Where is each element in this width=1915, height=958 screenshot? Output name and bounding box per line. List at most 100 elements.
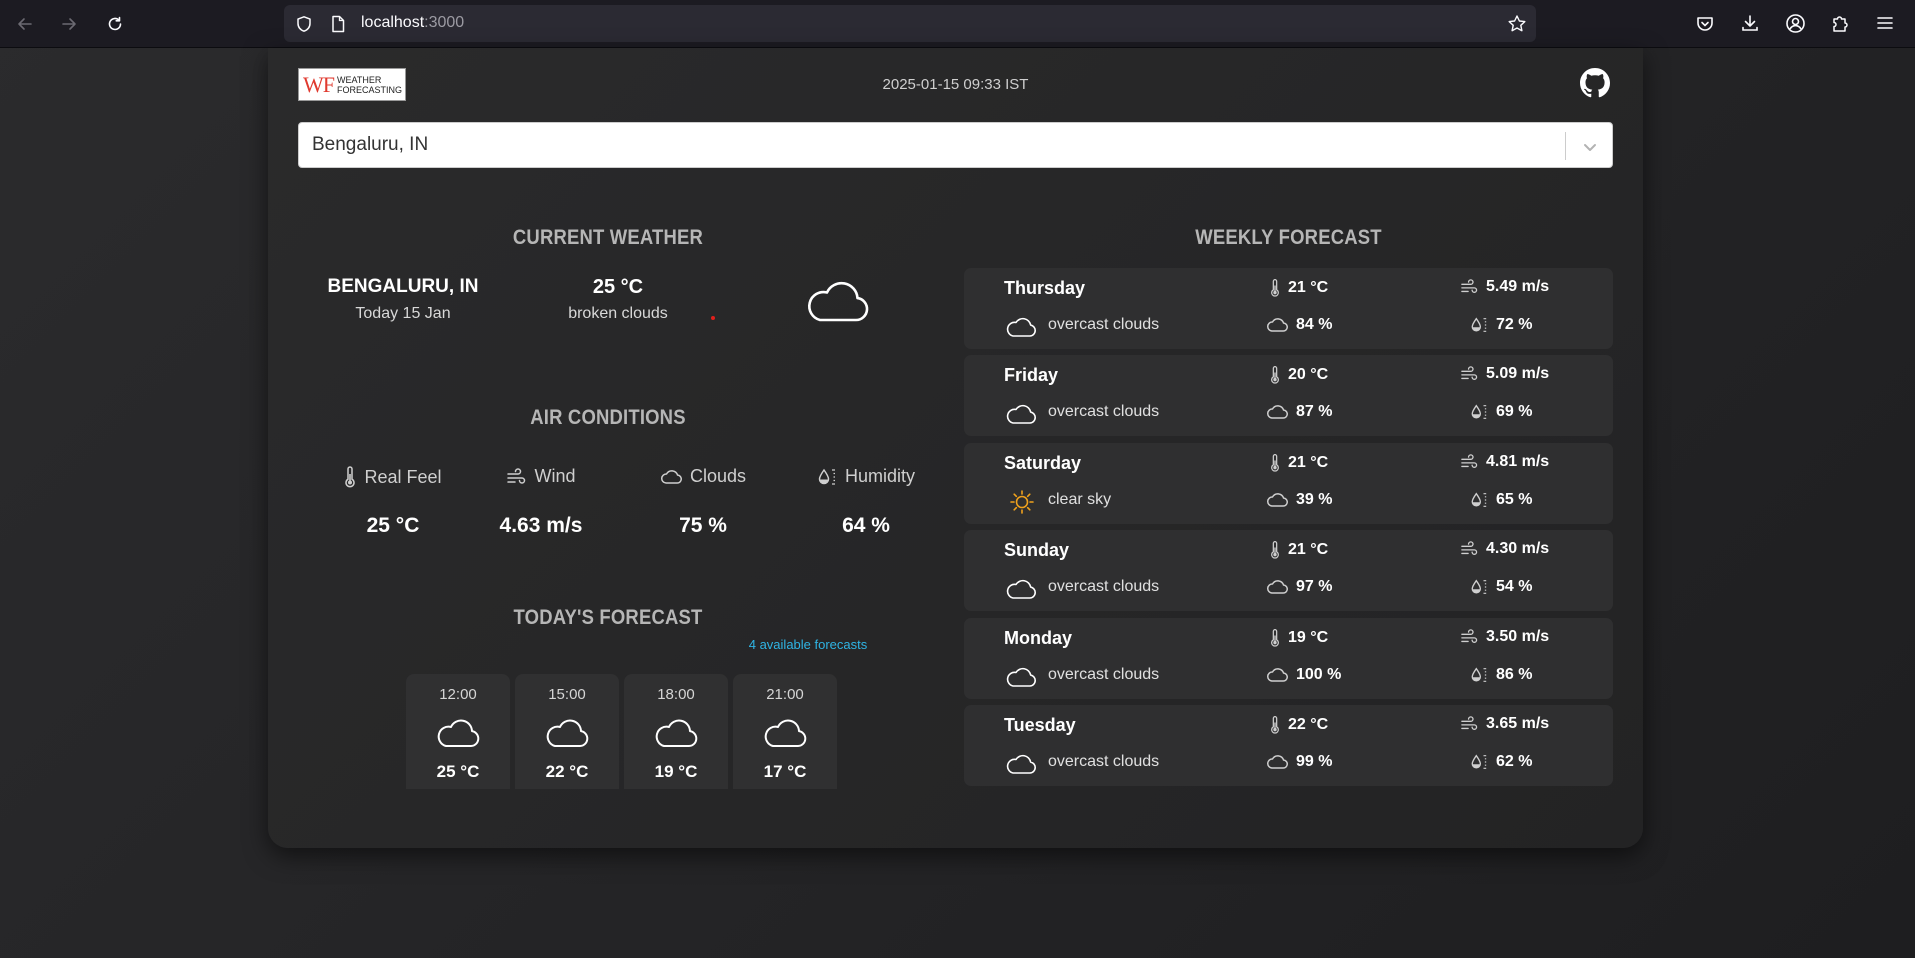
wind-icon <box>507 467 526 484</box>
wind-icon <box>1461 366 1478 380</box>
download-icon[interactable] <box>1740 13 1760 33</box>
forecast-clouds-cell: 87 % <box>1266 403 1332 421</box>
forecast-wind: 3.50 m/s <box>1486 628 1550 645</box>
forecast-wind: 4.81 m/s <box>1486 453 1550 470</box>
humidity-icon <box>818 468 835 485</box>
forward-button[interactable] <box>55 10 83 38</box>
wind-icon <box>1461 279 1478 293</box>
humidity-icon <box>1471 317 1487 332</box>
cloud-icon <box>808 281 869 322</box>
clouds-label: Clouds <box>689 466 747 486</box>
wind-label: Wind <box>534 466 576 486</box>
cloud-icon <box>1006 317 1036 337</box>
hourly-forecast-card: 12:00 25 °C <box>406 674 510 789</box>
sun-icon <box>1010 490 1034 514</box>
app-card: WF WEATHER FORECASTING 2025-01-15 09:33 I… <box>268 48 1643 848</box>
forecast-wind-cell: 5.49 m/s <box>1460 278 1549 296</box>
forecast-temp-cell: 21 °C <box>1270 453 1328 473</box>
forecast-temp-cell: 21 °C <box>1270 278 1328 298</box>
cloud-icon <box>1006 579 1036 599</box>
forecast-time: 12:00 <box>439 686 477 703</box>
humidity-icon <box>1471 492 1487 507</box>
hourly-forecast-card: 21:00 17 °C <box>733 674 837 789</box>
extensions-icon[interactable] <box>1830 13 1850 34</box>
forecast-humidity-cell: 72 % <box>1470 316 1532 334</box>
weekly-forecast-row: Thursday overcast clouds 21 °C 5.49 m/s 84 %… <box>964 268 1613 349</box>
clouds-label-group: Clouds <box>623 466 783 487</box>
forecast-temp: 22 °C <box>1288 716 1329 733</box>
weekly-forecast-row: Sunday overcast clouds 21 °C 4.30 m/s 97 % 54… <box>964 530 1613 611</box>
forecast-day: Thursday <box>1004 278 1086 298</box>
reload-icon <box>108 16 122 31</box>
forecast-temp-cell: 19 °C <box>1270 628 1328 648</box>
pocket-icon[interactable] <box>1695 14 1715 34</box>
forecast-clouds: 97 % <box>1296 578 1333 595</box>
forecast-temp-cell: 20 °C <box>1270 365 1328 385</box>
todays-forecast-title: TODAY'S FORECAST <box>513 606 703 629</box>
bookmark-star-icon[interactable] <box>1507 14 1527 34</box>
forecast-temperature: 17 °C <box>763 762 807 781</box>
forecast-day: Tuesday <box>1004 715 1076 735</box>
forecast-temp: 19 °C <box>1288 629 1329 646</box>
cloud-icon <box>655 719 698 747</box>
weekly-forecast-row: Tuesday overcast clouds 22 °C 3.65 m/s 99 % 6… <box>964 705 1613 786</box>
forecast-description: overcast clouds <box>1048 753 1160 770</box>
forecast-humidity-cell: 86 % <box>1470 666 1532 684</box>
back-button[interactable] <box>11 10 39 38</box>
forecast-clouds-cell: 97 % <box>1266 578 1332 596</box>
url-host: localhost <box>361 14 425 31</box>
forecast-temp: 21 °C <box>1288 454 1329 471</box>
cloud-icon <box>1006 754 1036 774</box>
account-icon[interactable] <box>1785 13 1806 34</box>
forecast-clouds: 84 % <box>1296 316 1333 333</box>
cloud-icon <box>1267 580 1288 594</box>
browser-toolbar: localhost:3000 <box>0 0 1915 48</box>
weekly-forecast-row: Saturday clear sky 21 °C 4.81 m/s 39 % 65 % <box>964 443 1613 524</box>
address-bar[interactable]: localhost:3000 <box>284 5 1536 42</box>
thermometer-icon <box>1271 541 1279 559</box>
github-icon[interactable] <box>1580 68 1610 98</box>
forecast-wind: 4.30 m/s <box>1486 540 1550 557</box>
humidity-value: 64 % <box>842 514 890 537</box>
forecast-wind-cell: 4.81 m/s <box>1460 453 1549 471</box>
url-port: :3000 <box>424 14 465 31</box>
page-icon <box>332 15 345 33</box>
forecast-humidity: 72 % <box>1496 316 1533 333</box>
forecast-clouds: 100 % <box>1296 666 1342 683</box>
menu-icon[interactable] <box>1876 14 1894 32</box>
forecast-humidity-cell: 54 % <box>1470 578 1532 596</box>
forecast-description: overcast clouds <box>1048 666 1160 683</box>
cloud-icon <box>1267 405 1288 419</box>
real-feel-value: 25 °C <box>366 514 420 537</box>
forecast-description: clear sky <box>1048 491 1112 508</box>
real-feel-label-group: Real Feel <box>313 466 473 488</box>
forecast-description: overcast clouds <box>1048 403 1160 420</box>
cloud-icon <box>1267 493 1288 507</box>
arrow-right-icon <box>62 18 76 30</box>
thermometer-icon <box>1271 716 1279 734</box>
forecast-wind: 5.09 m/s <box>1486 365 1550 382</box>
weekly-forecast-row: Friday overcast clouds 20 °C 5.09 m/s 87 % 69… <box>964 355 1613 436</box>
forecast-humidity: 54 % <box>1496 578 1533 595</box>
cloud-icon <box>546 719 589 747</box>
cloud-icon <box>1006 667 1036 687</box>
forecast-temp: 20 °C <box>1288 366 1329 383</box>
thermometer-icon <box>1271 279 1279 297</box>
current-city: BENGALURU, IN <box>327 276 479 297</box>
real-feel-label: Real Feel <box>364 466 442 487</box>
hourly-forecast-card: 15:00 22 °C <box>515 674 619 789</box>
cloud-icon <box>764 719 807 747</box>
cloud-icon <box>1267 755 1288 769</box>
chevron-down-icon[interactable] <box>1580 137 1600 157</box>
reload-button[interactable] <box>101 10 129 38</box>
forecast-clouds-cell: 84 % <box>1266 316 1332 334</box>
humidity-label-group: Humidity <box>786 466 946 487</box>
wind-icon <box>1461 716 1478 730</box>
hourly-forecast-card: 18:00 19 °C <box>624 674 728 789</box>
wind-label-group: Wind <box>461 466 621 487</box>
forecast-day: Saturday <box>1004 453 1082 473</box>
forecast-clouds-cell: 100 % <box>1266 666 1341 684</box>
shield-icon <box>297 16 311 32</box>
cloud-icon <box>1267 318 1288 332</box>
city-search-select[interactable]: Bengaluru, IN <box>298 122 1613 168</box>
